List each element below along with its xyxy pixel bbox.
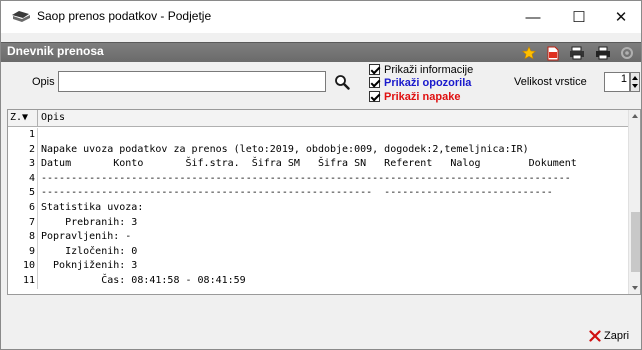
- row-number: 3: [8, 157, 38, 172]
- app-logo-icon: [11, 10, 31, 24]
- checkbox-checked-icon[interactable]: [369, 64, 380, 75]
- close-button[interactable]: Zapri: [589, 328, 629, 344]
- show-info-checkbox[interactable]: Prikaži informacije: [369, 63, 473, 76]
- opis-label: Opis: [32, 76, 55, 88]
- row-text: Izločenih: 0: [41, 245, 138, 257]
- row-text: Čas: 08:41:58 - 08:41:59: [41, 274, 246, 286]
- log-grid: Z.▼ Opis 1 2 Napake uvoza podatkov za pre…: [7, 109, 641, 295]
- table-row[interactable]: 4 ---------------------------------------…: [8, 171, 628, 187]
- row-number: 8: [8, 230, 38, 245]
- row-text: Datum Konto Šif.stra. Šifra SM Šifra SN …: [41, 158, 577, 170]
- row-text: Popravljenih: -: [41, 231, 132, 243]
- scroll-down-icon[interactable]: [632, 286, 638, 290]
- panel-header: Dnevnik prenosa: [1, 42, 641, 62]
- row-text: Napake uvoza podatkov za prenos (leto:20…: [41, 143, 529, 155]
- search-icon[interactable]: [331, 71, 353, 93]
- table-row[interactable]: 2 Napake uvoza podatkov za prenos (leto:2…: [8, 142, 628, 158]
- column-header-number[interactable]: Z.▼: [8, 110, 38, 126]
- row-text: Poknjiženih: 3: [41, 260, 138, 272]
- grid-header: Z.▼ Opis: [8, 110, 628, 127]
- row-text: ----------------------------------------…: [41, 172, 571, 184]
- row-size-spinner[interactable]: [630, 72, 640, 92]
- table-row[interactable]: 7 Prebranih: 3: [8, 215, 628, 231]
- table-row[interactable]: 3 Datum Konto Šif.stra. Šifra SM Šifra SN…: [8, 157, 628, 172]
- checkbox-checked-icon[interactable]: [369, 77, 380, 88]
- table-row[interactable]: 1: [8, 128, 628, 143]
- close-button-label: Zapri: [604, 330, 630, 342]
- row-text: ----------------------------------------…: [41, 187, 553, 199]
- row-number: 7: [8, 215, 38, 231]
- scroll-up-icon[interactable]: [632, 114, 638, 118]
- checkbox-checked-icon[interactable]: [369, 91, 380, 102]
- table-row[interactable]: 6 Statistika uvoza:: [8, 200, 628, 216]
- table-row[interactable]: 8 Popravljenih: -: [8, 230, 628, 245]
- pdf-icon[interactable]: [543, 43, 563, 63]
- row-number: 9: [8, 244, 38, 260]
- show-info-label: Prikaži informacije: [384, 63, 474, 76]
- table-row[interactable]: 9 Izločenih: 0: [8, 244, 628, 260]
- row-text: Statistika uvoza:: [41, 201, 144, 213]
- close-window-button[interactable]: ✕: [599, 1, 642, 33]
- panel-title: Dnevnik prenosa: [7, 44, 104, 58]
- window-title: Saop prenos podatkov - Podjetje: [37, 9, 212, 23]
- maximize-button[interactable]: ☐: [557, 1, 601, 33]
- row-number: 1: [8, 128, 38, 143]
- show-warnings-checkbox[interactable]: Prikaži opozorila: [369, 76, 471, 89]
- column-header-opis[interactable]: Opis: [41, 110, 65, 126]
- row-size-input[interactable]: 1: [604, 72, 630, 92]
- row-number: 5: [8, 186, 38, 201]
- app-window: Saop prenos podatkov - Podjetje — ☐ ✕ Dn…: [0, 0, 642, 350]
- table-row[interactable]: 11 Čas: 08:41:58 - 08:41:59: [8, 273, 628, 289]
- print-multiple-icon[interactable]: [567, 43, 587, 63]
- row-number: 10: [8, 259, 38, 274]
- spin-up-icon[interactable]: [632, 76, 638, 80]
- show-errors-label: Prikaži napake: [384, 90, 461, 103]
- row-number: 11: [8, 273, 38, 289]
- spin-down-icon[interactable]: [632, 84, 638, 88]
- close-icon: [589, 330, 601, 342]
- star-icon[interactable]: [519, 43, 539, 63]
- opis-search-input[interactable]: [58, 71, 326, 92]
- table-row[interactable]: 5 ---------------------------------------…: [8, 186, 628, 201]
- table-row[interactable]: 10 Poknjiženih: 3: [8, 259, 628, 274]
- grid-rows: 1 2 Napake uvoza podatkov za prenos (leto…: [8, 128, 628, 289]
- vertical-scrollbar[interactable]: [628, 110, 640, 294]
- minimize-button[interactable]: —: [511, 1, 555, 33]
- settings-disabled-icon: [617, 43, 637, 63]
- row-number: 2: [8, 142, 38, 158]
- show-errors-checkbox[interactable]: Prikaži napake: [369, 90, 460, 103]
- title-bar: Saop prenos podatkov - Podjetje — ☐ ✕: [1, 1, 641, 33]
- row-text: Prebranih: 3: [41, 216, 138, 228]
- row-number: 6: [8, 200, 38, 216]
- row-size-label: Velikost vrstice: [514, 76, 587, 88]
- show-warnings-label: Prikaži opozorila: [384, 76, 472, 89]
- row-number: 4: [8, 171, 38, 187]
- scroll-thumb[interactable]: [631, 212, 640, 272]
- printer-icon[interactable]: [593, 43, 613, 63]
